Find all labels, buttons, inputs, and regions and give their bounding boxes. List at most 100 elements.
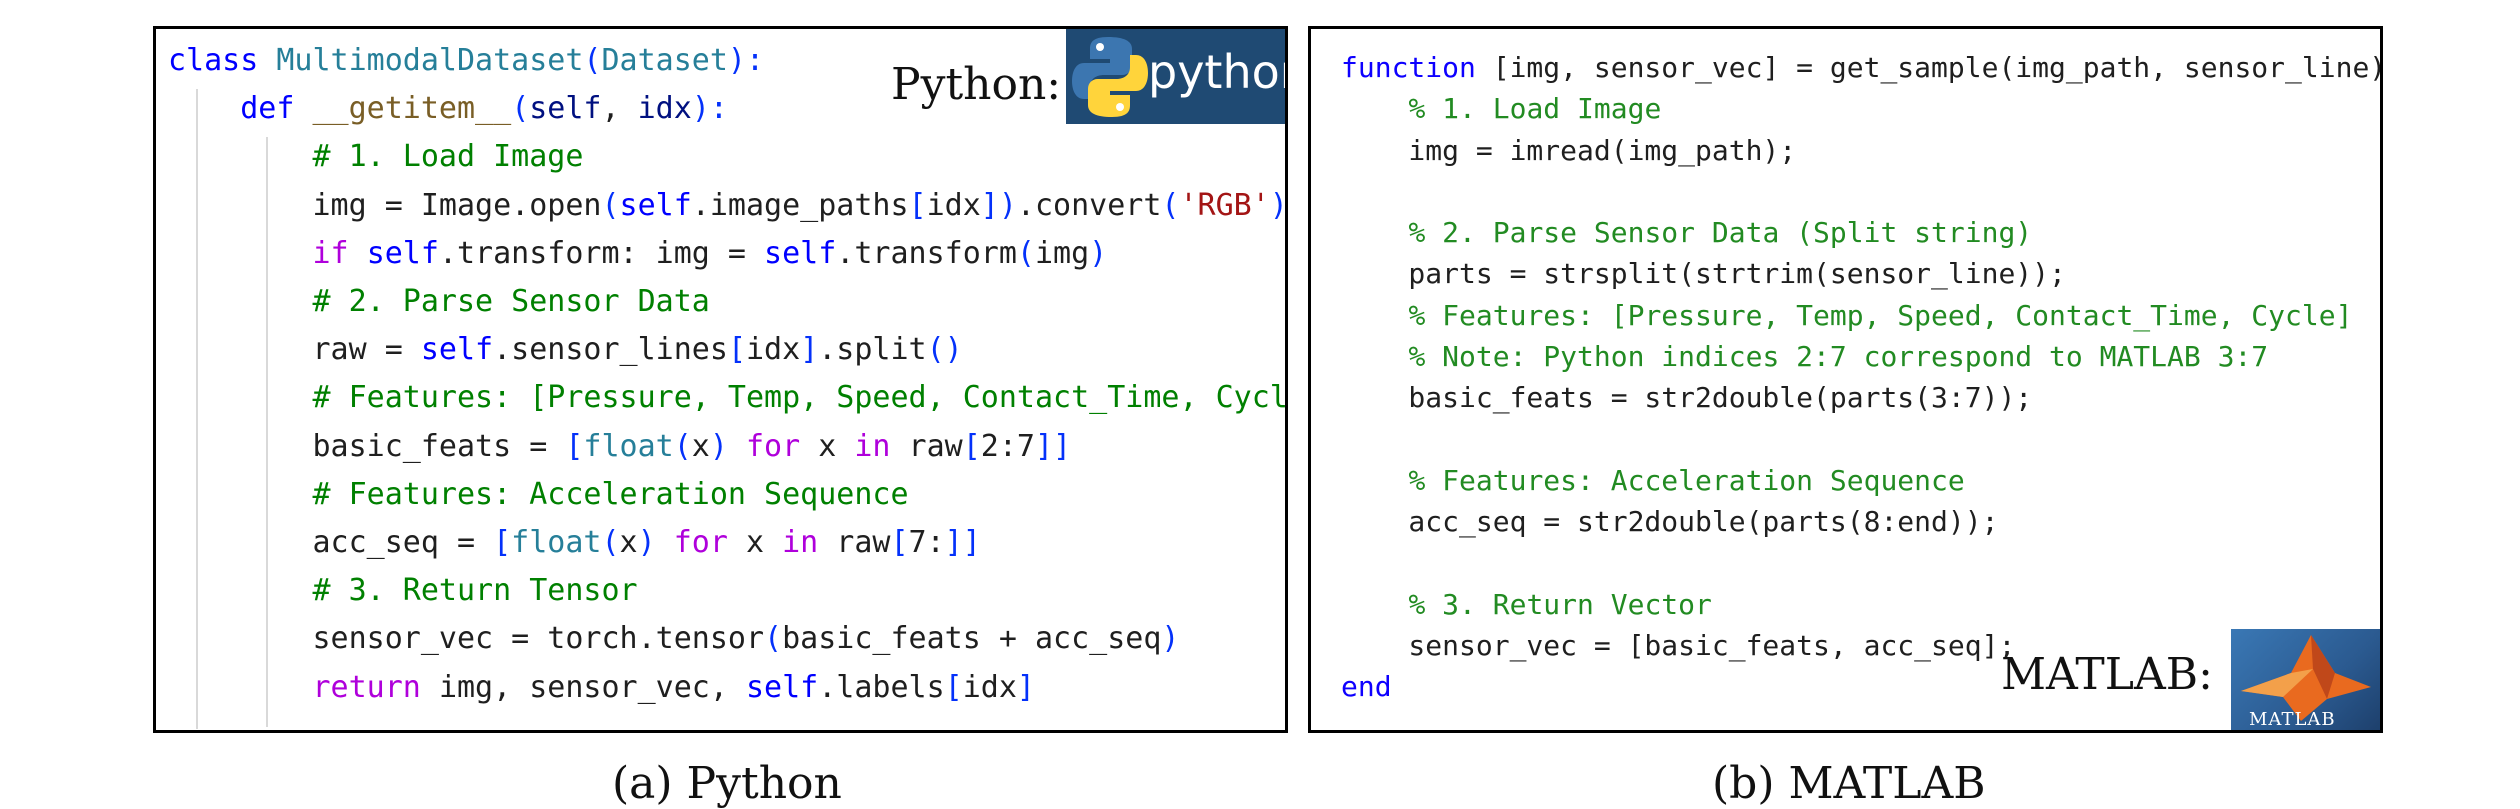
code-line: # 2. Parse Sensor Data (168, 278, 1285, 326)
code-token: idx (637, 91, 692, 127)
code-token: # Features: Acceleration Sequence (312, 476, 909, 512)
code-token: ( (1016, 235, 1035, 271)
code-token: % 1. Load Image (1408, 92, 1662, 126)
code-token: ) (637, 525, 656, 561)
code-token: float (511, 525, 602, 561)
code-token: [ (908, 187, 927, 223)
code-token: x (619, 525, 638, 561)
code-token: ] (800, 332, 819, 368)
matlab-logo-text: MATLAB (2249, 709, 2336, 730)
code-line: % 3. Return Vector (1341, 584, 2380, 625)
code-line: img = Image.open(self.image_paths[idx]).… (168, 182, 1285, 230)
code-token: () (926, 332, 963, 368)
python-logo: python (1066, 29, 1285, 124)
code-token: .sensor_lines (493, 332, 728, 368)
code-token: ]] (944, 525, 981, 561)
code-token: ] (980, 187, 999, 223)
code-token: img = Image.open (168, 187, 602, 223)
code-line: # Features: Acceleration Sequence (168, 471, 1285, 519)
code-token: end (1341, 670, 1392, 704)
code-token: .convert (1016, 187, 1162, 223)
code-line: if self.transform: img = self.transform(… (168, 230, 1285, 278)
code-token: function (1341, 51, 1493, 84)
code-token: [ (565, 428, 584, 464)
code-line: raw = self.sensor_lines[idx].split() (168, 326, 1285, 374)
code-token: % Note: Python indices 2:7 correspond to… (1408, 340, 2269, 374)
code-token: img, sensor_vec, (438, 669, 746, 705)
code-token: self (619, 187, 692, 223)
code-token: idx (962, 669, 1017, 705)
code-token: ]] (1034, 428, 1072, 464)
code-token: [ (890, 525, 909, 561)
python-logo-text: python (1148, 45, 1285, 99)
code-token: __getitem__ (312, 91, 512, 127)
code-token: img = imread(img_path); (1341, 133, 1797, 167)
code-token: ) (709, 428, 728, 464)
code-token: .transform (836, 235, 1017, 271)
code-token: # 1. Load Image (312, 139, 584, 175)
code-token: x (691, 428, 710, 464)
code-token: self (764, 235, 837, 271)
matlab-code-panel: function [img, sensor_vec] = get_sample(… (1308, 26, 2383, 733)
code-line: % 2. Parse Sensor Data (Split string) (1341, 212, 2380, 253)
code-token: [img, sensor_vec] = get_sample(img_path,… (1492, 51, 2383, 84)
code-token: ( (511, 91, 530, 127)
code-token: ) (1089, 235, 1108, 271)
code-token: sensor_vec = [basic_feats, acc_seq]; (1341, 629, 2016, 663)
code-token: MultimodalDataset (276, 43, 584, 78)
code-token: for (727, 428, 819, 464)
code-token: parts = strsplit(strtrim(sensor_line)); (1341, 257, 2066, 291)
code-line: ​ (1341, 171, 2380, 212)
code-token: raw (908, 428, 963, 464)
code-line: # 3. Return Tensor (168, 567, 1285, 615)
code-token: self (529, 91, 602, 127)
code-token: [ (493, 525, 512, 561)
code-token: .transform: img = (438, 235, 765, 271)
code-line: parts = strsplit(strtrim(sensor_line)); (1341, 253, 2380, 294)
matlab-logo: MATLAB (2231, 629, 2380, 730)
code-token: basic_feats = (168, 428, 566, 464)
code-token: # Features: [Pressure, Temp, Speed, Cont… (312, 380, 1288, 416)
code-token: % Features: [Pressure, Temp, Speed, Cont… (1408, 298, 2353, 332)
code-token: basic_feats + acc_seq (782, 621, 1162, 657)
code-token: if (312, 235, 367, 271)
code-line: acc_seq = str2double(parts(8:end)); (1341, 501, 2380, 542)
code-token: , (601, 91, 638, 127)
python-code-block: class MultimodalDataset(Dataset): def __… (168, 37, 1288, 712)
code-line: ​ (1341, 419, 2380, 460)
python-snake-icon (1072, 37, 1148, 117)
code-token: ( (583, 43, 602, 78)
code-token: raw = (168, 332, 421, 368)
code-line: img = imread(img_path); (1341, 130, 2380, 171)
code-token: ( (1161, 187, 1180, 223)
code-token: # 3. Return Tensor (312, 573, 638, 609)
code-token: % 2. Parse Sensor Data (Split string) (1408, 216, 2033, 250)
code-line: sensor_vec = torch.tensor(basic_feats + … (168, 615, 1285, 663)
code-token: [ (944, 669, 963, 705)
code-token: ( (601, 525, 620, 561)
code-token: ] (1016, 669, 1035, 705)
code-token: float (583, 428, 674, 464)
code-token: ): (691, 91, 728, 127)
code-line: % Features: [Pressure, Temp, Speed, Cont… (1341, 295, 2380, 336)
code-token: Dataset (601, 43, 728, 78)
code-token: for (655, 525, 746, 561)
code-line: % 1. Load Image (1341, 88, 2380, 129)
code-line: basic_feats = [float(x) for x in raw[2:7… (168, 423, 1285, 471)
code-token: .image_paths (691, 187, 909, 223)
code-token: .labels (818, 669, 945, 705)
code-token: 'RGB' (1179, 187, 1270, 223)
code-line: sensor_vec = [basic_feats, acc_seq]; (1341, 625, 2380, 666)
code-token: def (240, 91, 313, 127)
